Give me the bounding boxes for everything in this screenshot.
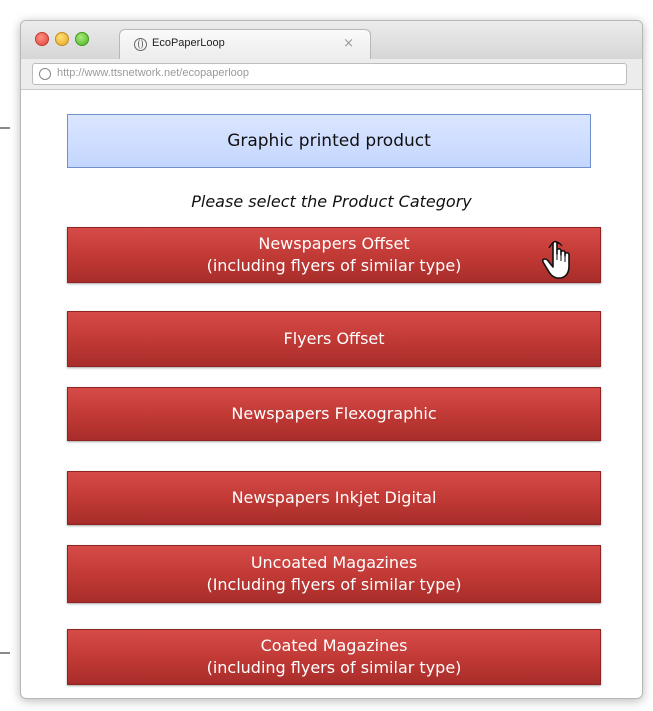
side-divider-top xyxy=(0,127,10,129)
browser-toolbar: http://www.ttsnetwork.net/ecopaperloop xyxy=(21,59,642,90)
close-tab-icon[interactable]: × xyxy=(343,36,354,51)
globe-icon xyxy=(134,38,147,51)
close-window-button[interactable] xyxy=(35,32,49,46)
category-label: Flyers Offset xyxy=(283,329,385,348)
maximize-window-button[interactable] xyxy=(75,32,89,46)
hand-pointer-icon xyxy=(541,240,570,279)
category-newspapers-inkjet-digital-button[interactable]: Newspapers Inkjet Digital xyxy=(67,471,601,525)
browser-window: EcoPaperLoop × http://www.ttsnetwork.net… xyxy=(20,20,643,699)
category-newspapers-flexographic-button[interactable]: Newspapers Flexographic xyxy=(67,387,601,441)
category-label: Coated Magazines xyxy=(260,636,408,655)
tab-title: EcoPaperLoop xyxy=(152,37,225,49)
instruction-text: Please select the Product Category xyxy=(191,192,472,211)
category-label: Newspapers Flexographic xyxy=(231,404,437,423)
browser-tab[interactable]: EcoPaperLoop × xyxy=(119,29,371,60)
category-label: Newspapers Inkjet Digital xyxy=(231,488,437,507)
category-newspapers-offset-button[interactable]: Newspapers Offset (including flyers of s… xyxy=(67,227,601,283)
minimize-window-button[interactable] xyxy=(55,32,69,46)
url-text[interactable]: http://www.ttsnetwork.net/ecopaperloop xyxy=(57,67,249,79)
category-sublabel: (including flyers of similar type) xyxy=(206,256,462,275)
category-uncoated-magazines-button[interactable]: Uncoated Magazines (Including flyers of … xyxy=(67,545,601,603)
category-label: Newspapers Offset xyxy=(258,234,410,253)
page-title: Graphic printed product xyxy=(227,131,431,151)
category-label: Uncoated Magazines xyxy=(250,553,418,572)
title-bar: EcoPaperLoop × xyxy=(21,21,642,60)
page-header: Graphic printed product xyxy=(67,114,591,168)
side-divider-bottom xyxy=(0,652,10,654)
category-flyers-offset-button[interactable]: Flyers Offset xyxy=(67,311,601,367)
category-coated-magazines-button[interactable]: Coated Magazines (including flyers of si… xyxy=(67,629,601,685)
category-sublabel: (including flyers of similar type) xyxy=(206,658,462,677)
address-bar[interactable]: http://www.ttsnetwork.net/ecopaperloop xyxy=(32,63,627,85)
category-sublabel: (Including flyers of similar type) xyxy=(206,575,462,594)
globe-icon xyxy=(39,68,51,80)
